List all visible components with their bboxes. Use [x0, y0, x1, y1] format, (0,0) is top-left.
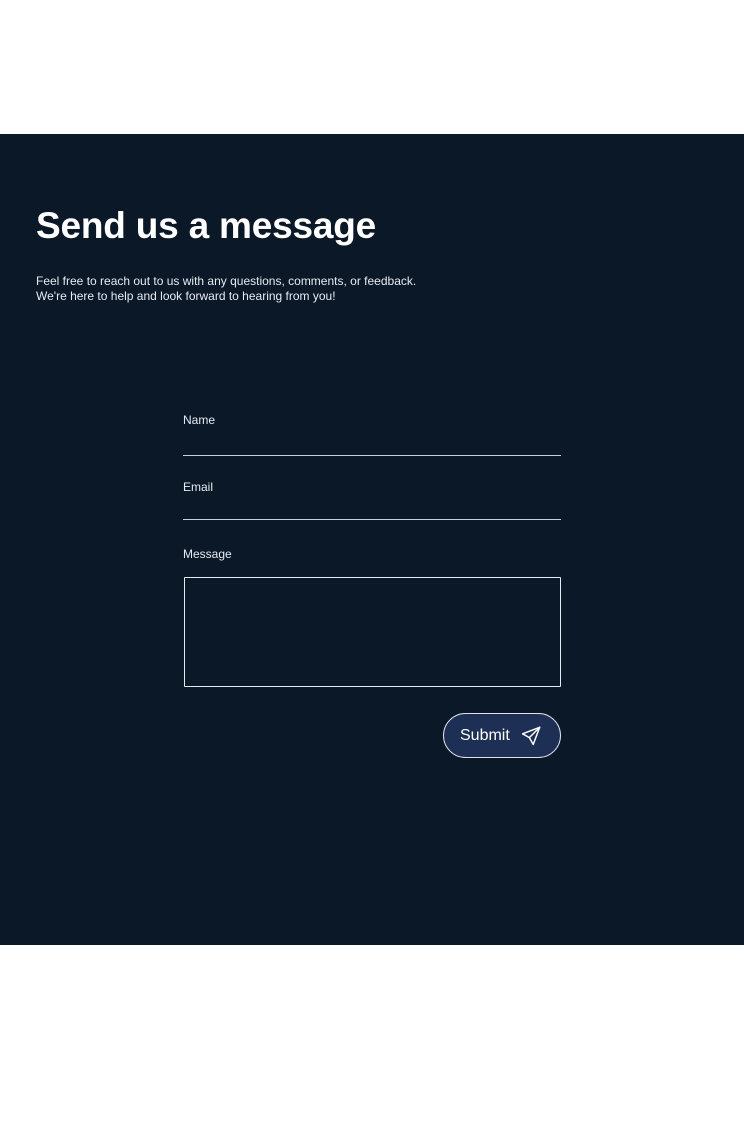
intro-line-1: Feel free to reach out to us with any qu… [36, 274, 417, 288]
message-field[interactable] [184, 577, 561, 687]
contact-section: Send us a message Feel free to reach out… [0, 134, 744, 945]
message-label: Message [183, 547, 232, 561]
intro-text: Feel free to reach out to us with any qu… [36, 274, 496, 304]
name-field[interactable] [183, 434, 561, 456]
name-label: Name [183, 413, 216, 427]
submit-button-label: Submit [460, 726, 510, 744]
page: Send us a message Feel free to reach out… [0, 0, 744, 1133]
page-title: Send us a message [36, 205, 377, 246]
email-field[interactable] [183, 498, 561, 520]
intro-line-2: We're here to help and look forward to h… [36, 289, 336, 303]
email-label: Email [183, 480, 214, 494]
submit-button[interactable]: Submit [443, 713, 561, 758]
send-icon [520, 725, 542, 747]
